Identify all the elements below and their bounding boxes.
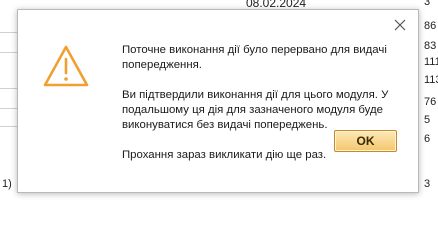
grid-line <box>0 88 18 89</box>
background-cell: 113 <box>424 74 438 86</box>
grid-line <box>0 32 18 33</box>
background-cell: 76 <box>424 96 437 108</box>
background-cell: 3 <box>424 0 431 8</box>
message-line: Поточне виконання дії було перервано для… <box>122 44 387 71</box>
warning-dialog: Поточне виконання дії було перервано для… <box>17 9 419 193</box>
warning-triangle-icon <box>43 45 89 87</box>
close-icon[interactable] <box>392 17 408 33</box>
message-line: Ви підтвердили виконання дії для цього м… <box>122 89 389 131</box>
grid-line <box>0 126 18 127</box>
ok-button[interactable]: OK <box>334 130 397 152</box>
background-cell: 111 <box>424 56 438 68</box>
background-cell: 86 <box>424 20 437 32</box>
background-cell: 83 <box>424 40 437 52</box>
background-cell: 5 <box>424 114 431 126</box>
grid-line <box>0 52 18 53</box>
background-cell: 3 <box>424 178 431 190</box>
grid-line <box>0 108 18 109</box>
background-cell: 6 <box>424 133 431 145</box>
background-row-label: 1) <box>2 178 12 190</box>
